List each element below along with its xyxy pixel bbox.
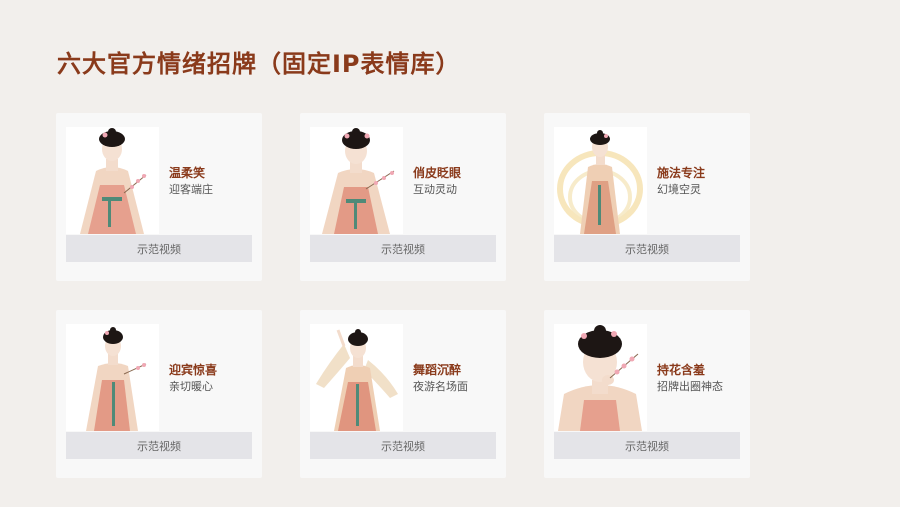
emotion-desc: 幻境空灵 [657, 183, 701, 196]
demo-video-button[interactable]: 示范视频 [66, 432, 252, 459]
emotion-desc: 互动灵动 [413, 183, 457, 196]
emotion-name: 施法专注 [657, 166, 706, 180]
emotion-name: 迎宾惊喜 [169, 363, 218, 377]
demo-video-button[interactable]: 示范视频 [554, 432, 740, 459]
character-image [554, 127, 647, 234]
demo-video-button[interactable]: 示范视频 [554, 235, 740, 262]
emotion-card-shy-blossom[interactable]: 持花含羞 招牌出圈神态 示范视频 [544, 310, 750, 478]
emotion-card-spell-focus[interactable]: 施法专注 幻境空灵 示范视频 [544, 113, 750, 281]
emotion-name: 俏皮眨眼 [413, 166, 462, 180]
character-image [66, 127, 159, 234]
emotion-name: 舞蹈沉醉 [413, 363, 462, 377]
emotion-name: 温柔笑 [169, 166, 206, 180]
character-image [66, 324, 159, 431]
emotion-card-playful-wink[interactable]: 俏皮眨眼 互动灵动 示范视频 [300, 113, 506, 281]
character-image [554, 324, 647, 431]
emotion-card-welcome-surprise[interactable]: 迎宾惊喜 亲切暖心 示范视频 [56, 310, 262, 478]
emotion-card-dance-rapture[interactable]: 舞蹈沉醉 夜游名场面 示范视频 [300, 310, 506, 478]
emotion-desc: 夜游名场面 [413, 380, 468, 393]
emotion-desc: 迎客端庄 [169, 183, 213, 196]
character-image [310, 324, 403, 431]
emotion-desc: 亲切暖心 [169, 380, 213, 393]
character-image [310, 127, 403, 234]
emotion-desc: 招牌出圈神态 [657, 380, 723, 393]
demo-video-button[interactable]: 示范视频 [310, 432, 496, 459]
demo-video-button[interactable]: 示范视频 [66, 235, 252, 262]
emotion-card-gentle-smile[interactable]: 温柔笑 迎客端庄 示范视频 [56, 113, 262, 281]
emotion-name: 持花含羞 [657, 363, 706, 377]
demo-video-button[interactable]: 示范视频 [310, 235, 496, 262]
page-title: 六大官方情绪招牌（固定IP表情库） [57, 50, 461, 78]
